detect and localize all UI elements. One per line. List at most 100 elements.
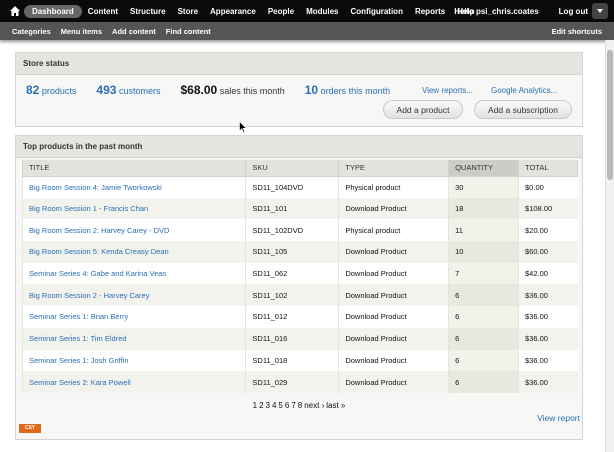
customers-stat[interactable]: 493 customers — [96, 83, 160, 97]
type-cell: Download Product — [338, 262, 449, 285]
product-title-link[interactable]: Seminar Series 1: Josh Griffin — [29, 356, 129, 365]
table-row: Big Room Session 2 - Harvey Carey SD11_10… — [21, 284, 578, 307]
shortcut-find-content[interactable]: Find content — [166, 27, 211, 36]
column-header-total[interactable]: TOTAL — [518, 160, 578, 177]
total-cell: $42.00 — [518, 262, 578, 285]
pager-link[interactable]: 5 — [278, 401, 282, 410]
product-title-link[interactable]: Big Room Session 5: Kenda Creasy Dean — [29, 247, 169, 256]
pager-link[interactable]: last » — [326, 401, 345, 410]
table-row: Big Room Session 1 - Francis Chan SD11_10… — [21, 197, 578, 220]
product-title-cell: Big Room Session 2: Harvey Carey - DVD — [21, 219, 246, 242]
user-greeting-link[interactable]: Hello psi_chris.coates — [454, 7, 538, 16]
menu-item-people[interactable]: People — [262, 7, 300, 16]
type-cell: Download Product — [338, 284, 449, 307]
scrollbar-thumb[interactable] — [607, 50, 613, 180]
menu-item-configuration[interactable]: Configuration — [345, 7, 409, 16]
column-header-type[interactable]: TYPE — [338, 160, 450, 177]
pager-link[interactable]: next › — [304, 401, 324, 410]
product-title-link[interactable]: Seminar Series 1: Brian Berry — [29, 312, 128, 321]
total-cell: $36.00 — [518, 284, 578, 307]
pager-link[interactable]: 3 — [266, 401, 270, 410]
total-cell: $20.00 — [518, 219, 578, 242]
quantity-cell: 6 — [448, 306, 519, 328]
store-stats: 82 products 493 customers $68.00 sales t… — [26, 83, 410, 97]
product-title-cell: Seminar Series 1: Brian Berry — [21, 306, 246, 328]
product-title-link[interactable]: Big Room Session 2 - Harvey Carey — [29, 291, 149, 300]
shortcuts-bar: Categories Menu items Add content Find c… — [0, 22, 614, 40]
type-cell: Download Product — [338, 349, 449, 372]
sku-cell: SD11_102 — [245, 284, 339, 307]
page-scrollbar[interactable] — [605, 40, 614, 452]
column-header-sku[interactable]: SKU — [245, 160, 340, 177]
menu-item-dashboard[interactable]: Dashboard — [24, 4, 82, 18]
shortcut-menu-items[interactable]: Menu items — [61, 27, 102, 36]
products-stat[interactable]: 82 products — [26, 83, 76, 97]
quantity-cell: 10 — [448, 241, 519, 263]
table-row: Seminar Series 1: Josh Griffin SD11_018 Do… — [21, 349, 578, 372]
shortcut-add-content[interactable]: Add content — [112, 27, 156, 36]
sku-cell: SD11_102DVD — [245, 219, 339, 242]
total-cell: $60.00 — [518, 241, 578, 263]
total-cell: $36.00 — [518, 306, 578, 328]
pager-link[interactable]: 2 — [259, 401, 263, 410]
total-cell: $0.00 — [518, 176, 578, 198]
product-title-link[interactable]: Big Room Session 2: Harvey Carey - DVD — [29, 226, 169, 235]
table-header-row: TITLE SKU TYPE QUANTITY TOTAL — [21, 160, 578, 177]
sku-cell: SD11_018 — [245, 349, 339, 372]
type-cell: Download Product — [338, 371, 449, 393]
type-cell: Physical product — [338, 219, 449, 242]
top-products-title: Top products in the past month — [16, 136, 582, 158]
pager-link[interactable]: 8 — [298, 401, 302, 410]
menu-item-modules[interactable]: Modules — [300, 7, 344, 16]
sku-cell: SD11_029 — [245, 371, 339, 393]
product-title-link[interactable]: Seminar Series 4: Gabe and Karina Veas — [29, 269, 166, 278]
product-title-link[interactable]: Big Room Session 1 - Francis Chan — [29, 204, 148, 213]
sku-cell: SD11_016 — [245, 327, 339, 350]
quantity-cell: 6 — [448, 327, 519, 350]
pager-link[interactable]: 6 — [285, 401, 289, 410]
product-title-cell: Seminar Series 1: Tim Eldred — [21, 327, 246, 350]
quantity-cell: 6 — [448, 284, 519, 307]
shortcut-categories[interactable]: Categories — [12, 27, 51, 36]
type-cell: Download Product — [338, 241, 449, 263]
table-row: Big Room Session 4: Jamie Tworkowski SD11… — [21, 176, 578, 198]
mouse-cursor-icon — [239, 121, 247, 133]
product-title-link[interactable]: Big Room Session 4: Jamie Tworkowski — [29, 183, 162, 192]
store-status-panel: Store status 82 products 493 customers $… — [15, 52, 583, 127]
type-cell: Download Product — [338, 306, 449, 328]
edit-shortcuts-link[interactable]: Edit shortcuts — [552, 22, 602, 40]
google-analytics-link[interactable]: Google Analytics... — [491, 86, 557, 95]
orders-stat[interactable]: 10 orders this month — [305, 83, 390, 97]
product-title-cell: Seminar Series 1: Josh Griffin — [21, 349, 246, 372]
pager-link[interactable]: 4 — [272, 401, 276, 410]
pager-current-page: 1 — [252, 401, 258, 410]
menu-item-appearance[interactable]: Appearance — [204, 7, 262, 16]
view-reports-link[interactable]: View reports... — [422, 86, 473, 95]
menu-item-store[interactable]: Store — [172, 7, 204, 16]
product-title-cell: Big Room Session 1 - Francis Chan — [21, 197, 246, 220]
sku-cell: SD11_012 — [245, 306, 339, 328]
quantity-cell: 6 — [448, 371, 519, 393]
pager-link[interactable]: 7 — [291, 401, 295, 410]
home-icon[interactable] — [9, 5, 21, 17]
add-subscription-button[interactable]: Add a subscription — [474, 100, 572, 119]
logout-link[interactable]: Log out — [559, 7, 588, 16]
total-cell: $36.00 — [518, 349, 578, 372]
sku-cell: SD11_062 — [245, 262, 339, 285]
product-title-cell: Big Room Session 4: Jamie Tworkowski — [21, 176, 246, 198]
menu-item-structure[interactable]: Structure — [124, 7, 172, 16]
customers-count: 493 — [96, 83, 117, 97]
type-cell: Download Product — [338, 327, 449, 350]
orders-label: orders this month — [320, 86, 391, 96]
quantity-cell: 7 — [448, 262, 519, 285]
menu-item-content[interactable]: Content — [82, 7, 124, 16]
add-product-button[interactable]: Add a product — [383, 100, 463, 119]
column-header-quantity[interactable]: QUANTITY — [448, 160, 520, 177]
shortcuts-toggle-button[interactable] — [592, 3, 608, 19]
sku-cell: SD11_101 — [245, 197, 339, 220]
top-products-table: TITLE SKU TYPE QUANTITY TOTAL Big Room S… — [21, 160, 578, 393]
product-title-link[interactable]: Seminar Series 2: Kara Powell — [29, 378, 131, 387]
view-report-link[interactable]: View report — [537, 413, 580, 423]
product-title-link[interactable]: Seminar Series 1: Tim Eldred — [29, 334, 127, 343]
column-header-title[interactable]: TITLE — [21, 160, 247, 177]
